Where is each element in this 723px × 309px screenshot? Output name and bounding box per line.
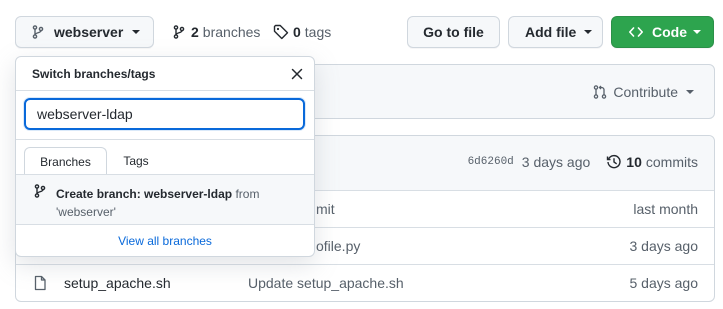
branch-dropdown: Switch branches/tags Branches Tags Creat… — [15, 56, 315, 257]
commits-count: 10 — [626, 154, 642, 170]
view-all-branches-link[interactable]: View all branches — [16, 234, 314, 248]
tags-link[interactable]: 0 tags — [273, 23, 331, 41]
git-pull-request-icon — [594, 85, 607, 99]
branch-select-label: webserver — [54, 24, 124, 40]
tab-tags[interactable]: Tags — [109, 147, 163, 175]
branches-label: branches — [202, 24, 261, 40]
code-icon — [629, 27, 643, 37]
chevron-down-icon — [693, 30, 701, 34]
code-label: Code — [652, 24, 687, 40]
tab-branches[interactable]: Branches — [24, 147, 107, 175]
file-age: 3 days ago — [629, 238, 699, 254]
tab-label: Tags — [123, 154, 149, 168]
dropdown-title: Switch branches/tags — [32, 67, 156, 81]
commit-time: 3 days ago — [521, 154, 591, 170]
dropdown-divider — [16, 224, 314, 225]
file-age: last month — [633, 201, 698, 217]
chevron-down-icon — [686, 90, 694, 94]
branches-count: 2 — [191, 24, 199, 40]
chevron-down-icon — [584, 30, 593, 34]
file-commit-message[interactable]: Update setup_apache.sh — [248, 275, 404, 291]
tab-label: Branches — [40, 154, 91, 169]
file-name[interactable]: setup_apache.sh — [64, 275, 171, 291]
add-file-label: Add file — [525, 24, 577, 40]
file-age: 5 days ago — [629, 275, 699, 291]
branch-select-button[interactable]: webserver — [15, 16, 154, 48]
close-icon[interactable] — [291, 68, 303, 80]
tag-icon — [273, 24, 289, 40]
commits-link[interactable]: 10 commits — [606, 154, 698, 170]
branches-link[interactable]: 2 branches — [171, 23, 260, 41]
code-button[interactable]: Code — [611, 16, 714, 48]
add-file-button[interactable]: Add file — [508, 16, 603, 48]
tags-count: 0 — [293, 24, 301, 40]
create-branch-source: 'webserver' — [56, 205, 116, 219]
history-icon — [607, 154, 621, 169]
table-row[interactable]: setup_apache.sh Update setup_apache.sh 5… — [16, 264, 714, 301]
tags-label: tags — [304, 24, 332, 40]
go-to-file-label: Go to file — [423, 24, 484, 40]
git-branch-icon — [173, 25, 185, 39]
file-commit-message[interactable]: ofile.py — [316, 238, 360, 254]
contribute-button[interactable]: Contribute — [592, 84, 694, 100]
dropdown-tabs: Branches Tags — [16, 139, 314, 175]
commits-label: commits — [645, 154, 698, 170]
dropdown-divider — [16, 90, 314, 91]
branch-filter-input[interactable] — [24, 98, 305, 130]
create-branch-from: from — [235, 187, 260, 201]
create-branch-name: webserver-ldap — [144, 187, 233, 201]
chevron-down-icon — [132, 30, 141, 34]
git-branch-icon — [34, 184, 46, 198]
git-branch-icon — [32, 25, 44, 39]
create-branch-item[interactable]: Create branch: webserver-ldap from 'webs… — [16, 175, 314, 224]
contribute-label: Contribute — [613, 84, 678, 100]
file-commit-message[interactable]: mit — [316, 201, 335, 217]
create-branch-prefix: Create branch: — [56, 187, 141, 201]
go-to-file-button[interactable]: Go to file — [407, 16, 500, 48]
file-icon — [34, 275, 46, 291]
commit-sha[interactable]: 6d6260d — [468, 156, 514, 168]
